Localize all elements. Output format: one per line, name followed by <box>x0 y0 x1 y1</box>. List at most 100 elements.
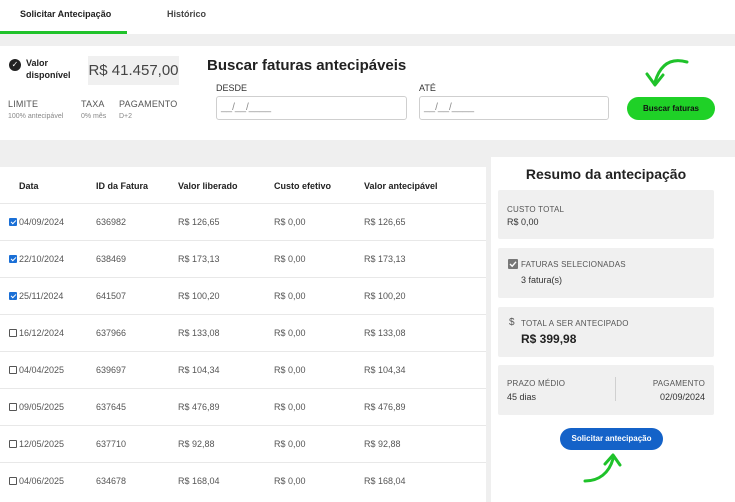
curved-arrow-icon <box>645 59 689 87</box>
curved-arrow-icon <box>583 453 622 483</box>
ate-date-input[interactable]: __/__/____ <box>419 96 609 120</box>
background-band <box>0 140 735 157</box>
divider <box>615 377 616 401</box>
cell-liberado: R$ 92,88 <box>178 439 215 449</box>
prazo-medio-value: 45 dias <box>507 392 537 402</box>
cell-data: 09/05/2025 <box>19 402 65 412</box>
summary-title: Resumo da antecipação <box>525 166 687 182</box>
tab-solicitar-antecipacao[interactable]: Solicitar Antecipação <box>20 9 111 19</box>
column-header-id: ID da Fatura <box>96 181 149 191</box>
cell-custo: R$ 0,00 <box>274 328 306 338</box>
cell-custo: R$ 0,00 <box>274 365 306 375</box>
invoices-table: Data ID da Fatura Valor liberado Custo e… <box>0 167 486 502</box>
tab-bar: Solicitar Antecipação Histórico <box>0 0 735 34</box>
column-header-valor-liberado: Valor liberado <box>178 181 238 191</box>
row-checkbox[interactable] <box>9 440 17 448</box>
taxa-label: TAXA <box>81 99 105 109</box>
tab-historico[interactable]: Histórico <box>167 9 206 19</box>
cell-antecipavel: R$ 173,13 <box>364 254 406 264</box>
row-checkbox[interactable] <box>9 292 17 300</box>
cell-liberado: R$ 173,13 <box>178 254 220 264</box>
row-checkbox[interactable] <box>9 329 17 337</box>
pagamento-date-label: PAGAMENTO <box>652 379 705 388</box>
faturas-selecionadas-box: FATURAS SELECIONADAS 3 fatura(s) <box>498 248 714 298</box>
custo-total-label: CUSTO TOTAL <box>507 205 565 214</box>
limite-value: 100% antecipável <box>8 113 64 120</box>
cell-antecipavel: R$ 168,04 <box>364 476 406 486</box>
row-checkbox[interactable] <box>9 366 17 374</box>
table-row[interactable]: 22/10/2024 638469 R$ 173,13 R$ 0,00 R$ 1… <box>0 240 486 277</box>
buscar-faturas-button[interactable]: Buscar faturas <box>627 97 715 120</box>
cell-liberado: R$ 476,89 <box>178 402 220 412</box>
faturas-selecionadas-label: FATURAS SELECIONADAS <box>521 260 626 269</box>
prazo-pagamento-box: PRAZO MÉDIO 45 dias PAGAMENTO 02/09/2024 <box>498 365 714 415</box>
background-band <box>0 157 486 167</box>
total-antecipado-label: TOTAL A SER ANTECIPADO <box>521 319 629 328</box>
cell-liberado: R$ 168,04 <box>178 476 220 486</box>
row-checkbox[interactable] <box>9 255 17 263</box>
cell-id: 641507 <box>96 291 127 301</box>
column-header-valor-antecipavel: Valor antecipável <box>364 181 438 191</box>
custo-total-value: R$ 0,00 <box>507 217 539 227</box>
cell-id: 637645 <box>96 402 127 412</box>
cell-data: 16/12/2024 <box>19 328 65 338</box>
table-row[interactable]: 16/12/2024 637966 R$ 133,08 R$ 0,00 R$ 1… <box>0 314 486 351</box>
table-row[interactable]: 04/04/2025 639697 R$ 104,34 R$ 0,00 R$ 1… <box>0 351 486 388</box>
cell-antecipavel: R$ 100,20 <box>364 291 406 301</box>
search-card: Buscar faturas antecipáveis DESDE __/__/… <box>195 46 735 140</box>
checkbox-icon <box>508 259 518 269</box>
balance-card: ✓ Valor disponível R$ 41.457,00 LIMITE 1… <box>0 46 188 140</box>
pagamento-date-value: 02/09/2024 <box>659 392 705 402</box>
cell-antecipavel: R$ 476,89 <box>364 402 406 412</box>
pagamento-label: PAGAMENTO <box>119 99 178 109</box>
row-checkbox[interactable] <box>9 403 17 411</box>
total-antecipado-box: $ TOTAL A SER ANTECIPADO R$ 399,98 <box>498 307 714 357</box>
row-checkbox[interactable] <box>9 477 17 485</box>
table-row[interactable]: 25/11/2024 641507 R$ 100,20 R$ 0,00 R$ 1… <box>0 277 486 314</box>
table-row[interactable]: 12/05/2025 637710 R$ 92,88 R$ 0,00 R$ 92… <box>0 425 486 462</box>
cell-id: 638469 <box>96 254 127 264</box>
cell-data: 04/04/2025 <box>19 365 65 375</box>
dollar-icon: $ <box>509 317 515 328</box>
cell-custo: R$ 0,00 <box>274 217 306 227</box>
cell-custo: R$ 0,00 <box>274 291 306 301</box>
cell-data: 12/05/2025 <box>19 439 65 449</box>
table-row[interactable]: 04/09/2024 636982 R$ 126,65 R$ 0,00 R$ 1… <box>0 203 486 240</box>
cell-custo: R$ 0,00 <box>274 476 306 486</box>
cell-liberado: R$ 104,34 <box>178 365 220 375</box>
total-antecipado-value: R$ 399,98 <box>521 332 577 346</box>
cell-id: 637710 <box>96 439 127 449</box>
cell-antecipavel: R$ 133,08 <box>364 328 406 338</box>
cell-antecipavel: R$ 92,88 <box>364 439 401 449</box>
cell-custo: R$ 0,00 <box>274 254 306 264</box>
desde-date-input[interactable]: __/__/____ <box>216 96 407 120</box>
valor-disponivel-value: R$ 41.457,00 <box>88 56 179 85</box>
prazo-medio-label: PRAZO MÉDIO <box>507 379 566 388</box>
cell-id: 639697 <box>96 365 127 375</box>
cell-custo: R$ 0,00 <box>274 439 306 449</box>
valor-disponivel-label: Valor disponível <box>26 58 71 80</box>
cell-liberado: R$ 126,65 <box>178 217 220 227</box>
desde-label: DESDE <box>216 83 248 93</box>
column-header-data: Data <box>19 181 39 191</box>
taxa-value: 0% mês <box>81 113 107 120</box>
cell-id: 637966 <box>96 328 127 338</box>
cell-data: 22/10/2024 <box>19 254 65 264</box>
column-header-custo-efetivo: Custo efetivo <box>274 181 332 191</box>
table-row[interactable]: 09/05/2025 637645 R$ 476,89 R$ 0,00 R$ 4… <box>0 388 486 425</box>
search-title: Buscar faturas antecipáveis <box>207 57 407 74</box>
cell-data: 04/09/2024 <box>19 217 65 227</box>
cell-antecipavel: R$ 126,65 <box>364 217 406 227</box>
faturas-selecionadas-value: 3 fatura(s) <box>521 275 563 285</box>
background-band <box>0 34 735 46</box>
row-checkbox[interactable] <box>9 218 17 226</box>
summary-panel: Resumo da antecipação CUSTO TOTAL R$ 0,0… <box>491 157 735 502</box>
cell-liberado: R$ 100,20 <box>178 291 220 301</box>
solicitar-antecipacao-button[interactable]: Solicitar antecipação <box>560 428 663 450</box>
table-row[interactable]: 04/06/2025 634678 R$ 168,04 R$ 0,00 R$ 1… <box>0 462 486 499</box>
cell-id: 636982 <box>96 217 127 227</box>
custo-total-box: CUSTO TOTAL R$ 0,00 <box>498 190 714 239</box>
pagamento-value: D+2 <box>119 113 133 120</box>
cell-data: 25/11/2024 <box>19 291 64 301</box>
check-circle-icon: ✓ <box>9 59 21 71</box>
